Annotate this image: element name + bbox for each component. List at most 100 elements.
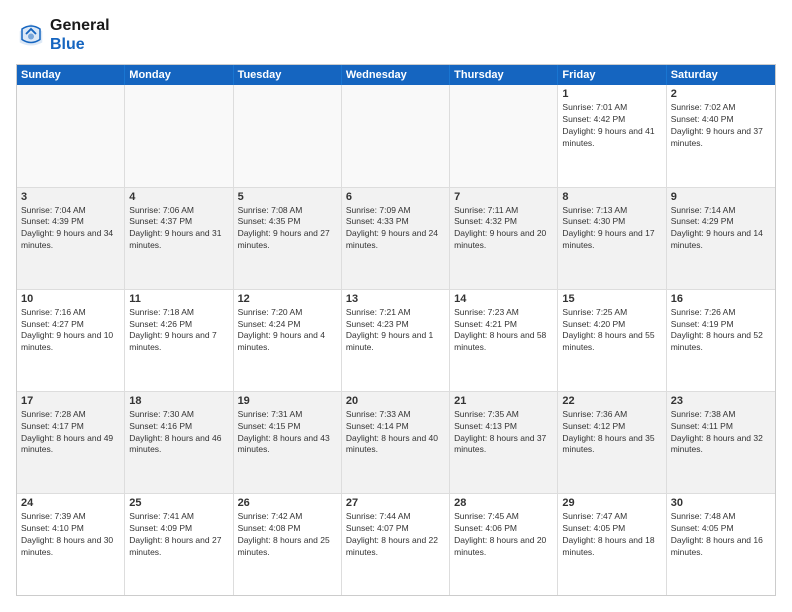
calendar-cell: [17, 85, 125, 186]
logo-text: General Blue: [50, 16, 110, 54]
calendar-cell: 15 Sunrise: 7:25 AM Sunset: 4:20 PM Dayli…: [558, 290, 666, 391]
header-day-monday: Monday: [125, 65, 233, 85]
day-number: 19: [238, 395, 337, 407]
calendar-cell: 19 Sunrise: 7:31 AM Sunset: 4:15 PM Dayli…: [234, 392, 342, 493]
calendar-cell: 8 Sunrise: 7:13 AM Sunset: 4:30 PM Daylig…: [558, 188, 666, 289]
calendar-cell: 10Sunrise: 7:16 AM Sunset: 4:27 PM Dayli…: [17, 290, 125, 391]
cell-daylight-info: Sunrise: 7:38 AM Sunset: 4:11 PM Dayligh…: [671, 409, 771, 457]
calendar-cell: 27 Sunrise: 7:44 AM Sunset: 4:07 PM Dayli…: [342, 494, 450, 595]
calendar-cell: 2Sunrise: 7:02 AM Sunset: 4:40 PM Daylig…: [667, 85, 775, 186]
cell-daylight-info: Sunrise: 7:42 AM Sunset: 4:08 PM Dayligh…: [238, 511, 337, 559]
day-number: 28: [454, 497, 553, 509]
header-day-thursday: Thursday: [450, 65, 558, 85]
calendar-cell: 17 Sunrise: 7:28 AM Sunset: 4:17 PM Dayli…: [17, 392, 125, 493]
cell-daylight-info: Sunrise: 7:11 AM Sunset: 4:32 PM Dayligh…: [454, 205, 553, 253]
day-number: 30: [671, 497, 771, 509]
cell-daylight-info: Sunrise: 7:25 AM Sunset: 4:20 PM Dayligh…: [562, 307, 661, 355]
calendar-cell: 24Sunrise: 7:39 AM Sunset: 4:10 PM Dayli…: [17, 494, 125, 595]
day-number: 9: [671, 191, 771, 203]
logo-icon: [16, 20, 46, 50]
cell-daylight-info: Sunrise: 7:45 AM Sunset: 4:06 PM Dayligh…: [454, 511, 553, 559]
cell-daylight-info: Sunrise: 7:36 AM Sunset: 4:12 PM Dayligh…: [562, 409, 661, 457]
day-number: 1: [562, 88, 661, 100]
header-day-friday: Friday: [558, 65, 666, 85]
cell-daylight-info: Sunrise: 7:41 AM Sunset: 4:09 PM Dayligh…: [129, 511, 228, 559]
day-number: 21: [454, 395, 553, 407]
cell-daylight-info: Sunrise: 7:28 AM Sunset: 4:17 PM Dayligh…: [21, 409, 120, 457]
cell-daylight-info: Sunrise: 7:47 AM Sunset: 4:05 PM Dayligh…: [562, 511, 661, 559]
logo: General Blue: [16, 16, 110, 54]
cell-daylight-info: Sunrise: 7:02 AM Sunset: 4:40 PM Dayligh…: [671, 102, 771, 150]
calendar-cell: 25 Sunrise: 7:41 AM Sunset: 4:09 PM Dayli…: [125, 494, 233, 595]
day-number: 15: [562, 293, 661, 305]
calendar-cell: 13 Sunrise: 7:21 AM Sunset: 4:23 PM Dayli…: [342, 290, 450, 391]
cell-daylight-info: Sunrise: 7:18 AM Sunset: 4:26 PM Dayligh…: [129, 307, 228, 355]
day-number: 11: [129, 293, 228, 305]
calendar-cell: [450, 85, 558, 186]
header-day-tuesday: Tuesday: [234, 65, 342, 85]
calendar-cell: 12 Sunrise: 7:20 AM Sunset: 4:24 PM Dayli…: [234, 290, 342, 391]
calendar-row-4: 17 Sunrise: 7:28 AM Sunset: 4:17 PM Dayli…: [17, 392, 775, 494]
day-number: 26: [238, 497, 337, 509]
day-number: 10: [21, 293, 120, 305]
day-number: 25: [129, 497, 228, 509]
day-number: 16: [671, 293, 771, 305]
calendar-cell: [125, 85, 233, 186]
day-number: 6: [346, 191, 445, 203]
day-number: 12: [238, 293, 337, 305]
calendar-cell: 30 Sunrise: 7:48 AM Sunset: 4:05 PM Dayli…: [667, 494, 775, 595]
calendar-cell: 21Sunrise: 7:35 AM Sunset: 4:13 PM Dayli…: [450, 392, 558, 493]
calendar-cell: 9 Sunrise: 7:14 AM Sunset: 4:29 PM Daylig…: [667, 188, 775, 289]
calendar-cell: 22Sunrise: 7:36 AM Sunset: 4:12 PM Dayli…: [558, 392, 666, 493]
cell-daylight-info: Sunrise: 7:04 AM Sunset: 4:39 PM Dayligh…: [21, 205, 120, 253]
cell-daylight-info: Sunrise: 7:48 AM Sunset: 4:05 PM Dayligh…: [671, 511, 771, 559]
day-number: 7: [454, 191, 553, 203]
day-number: 17: [21, 395, 120, 407]
calendar-cell: 29 Sunrise: 7:47 AM Sunset: 4:05 PM Dayli…: [558, 494, 666, 595]
day-number: 27: [346, 497, 445, 509]
calendar-cell: 26 Sunrise: 7:42 AM Sunset: 4:08 PM Dayli…: [234, 494, 342, 595]
header: General Blue: [16, 16, 776, 54]
cell-daylight-info: Sunrise: 7:44 AM Sunset: 4:07 PM Dayligh…: [346, 511, 445, 559]
header-day-wednesday: Wednesday: [342, 65, 450, 85]
calendar-cell: 23 Sunrise: 7:38 AM Sunset: 4:11 PM Dayli…: [667, 392, 775, 493]
calendar-cell: 28 Sunrise: 7:45 AM Sunset: 4:06 PM Dayli…: [450, 494, 558, 595]
day-number: 14: [454, 293, 553, 305]
calendar-cell: 6 Sunrise: 7:09 AM Sunset: 4:33 PM Daylig…: [342, 188, 450, 289]
calendar-body: 1Sunrise: 7:01 AM Sunset: 4:42 PM Daylig…: [17, 85, 775, 595]
cell-daylight-info: Sunrise: 7:09 AM Sunset: 4:33 PM Dayligh…: [346, 205, 445, 253]
day-number: 13: [346, 293, 445, 305]
cell-daylight-info: Sunrise: 7:21 AM Sunset: 4:23 PM Dayligh…: [346, 307, 445, 355]
calendar-row-3: 10Sunrise: 7:16 AM Sunset: 4:27 PM Dayli…: [17, 290, 775, 392]
cell-daylight-info: Sunrise: 7:08 AM Sunset: 4:35 PM Dayligh…: [238, 205, 337, 253]
calendar: SundayMondayTuesdayWednesdayThursdayFrid…: [16, 64, 776, 596]
day-number: 4: [129, 191, 228, 203]
calendar-cell: [342, 85, 450, 186]
calendar-cell: 16 Sunrise: 7:26 AM Sunset: 4:19 PM Dayli…: [667, 290, 775, 391]
cell-daylight-info: Sunrise: 7:13 AM Sunset: 4:30 PM Dayligh…: [562, 205, 661, 253]
cell-daylight-info: Sunrise: 7:26 AM Sunset: 4:19 PM Dayligh…: [671, 307, 771, 355]
day-number: 20: [346, 395, 445, 407]
calendar-cell: 3 Sunrise: 7:04 AM Sunset: 4:39 PM Daylig…: [17, 188, 125, 289]
calendar-cell: 11 Sunrise: 7:18 AM Sunset: 4:26 PM Dayli…: [125, 290, 233, 391]
cell-daylight-info: Sunrise: 7:23 AM Sunset: 4:21 PM Dayligh…: [454, 307, 553, 355]
cell-daylight-info: Sunrise: 7:06 AM Sunset: 4:37 PM Dayligh…: [129, 205, 228, 253]
day-number: 29: [562, 497, 661, 509]
calendar-row-2: 3 Sunrise: 7:04 AM Sunset: 4:39 PM Daylig…: [17, 188, 775, 290]
calendar-cell: 7 Sunrise: 7:11 AM Sunset: 4:32 PM Daylig…: [450, 188, 558, 289]
header-day-sunday: Sunday: [17, 65, 125, 85]
cell-daylight-info: Sunrise: 7:14 AM Sunset: 4:29 PM Dayligh…: [671, 205, 771, 253]
cell-daylight-info: Sunrise: 7:30 AM Sunset: 4:16 PM Dayligh…: [129, 409, 228, 457]
day-number: 8: [562, 191, 661, 203]
calendar-row-5: 24Sunrise: 7:39 AM Sunset: 4:10 PM Dayli…: [17, 494, 775, 595]
cell-daylight-info: Sunrise: 7:33 AM Sunset: 4:14 PM Dayligh…: [346, 409, 445, 457]
calendar-header: SundayMondayTuesdayWednesdayThursdayFrid…: [17, 65, 775, 85]
cell-daylight-info: Sunrise: 7:31 AM Sunset: 4:15 PM Dayligh…: [238, 409, 337, 457]
header-day-saturday: Saturday: [667, 65, 775, 85]
day-number: 3: [21, 191, 120, 203]
day-number: 24: [21, 497, 120, 509]
calendar-cell: 4 Sunrise: 7:06 AM Sunset: 4:37 PM Daylig…: [125, 188, 233, 289]
cell-daylight-info: Sunrise: 7:20 AM Sunset: 4:24 PM Dayligh…: [238, 307, 337, 355]
calendar-cell: 5Sunrise: 7:08 AM Sunset: 4:35 PM Daylig…: [234, 188, 342, 289]
day-number: 23: [671, 395, 771, 407]
